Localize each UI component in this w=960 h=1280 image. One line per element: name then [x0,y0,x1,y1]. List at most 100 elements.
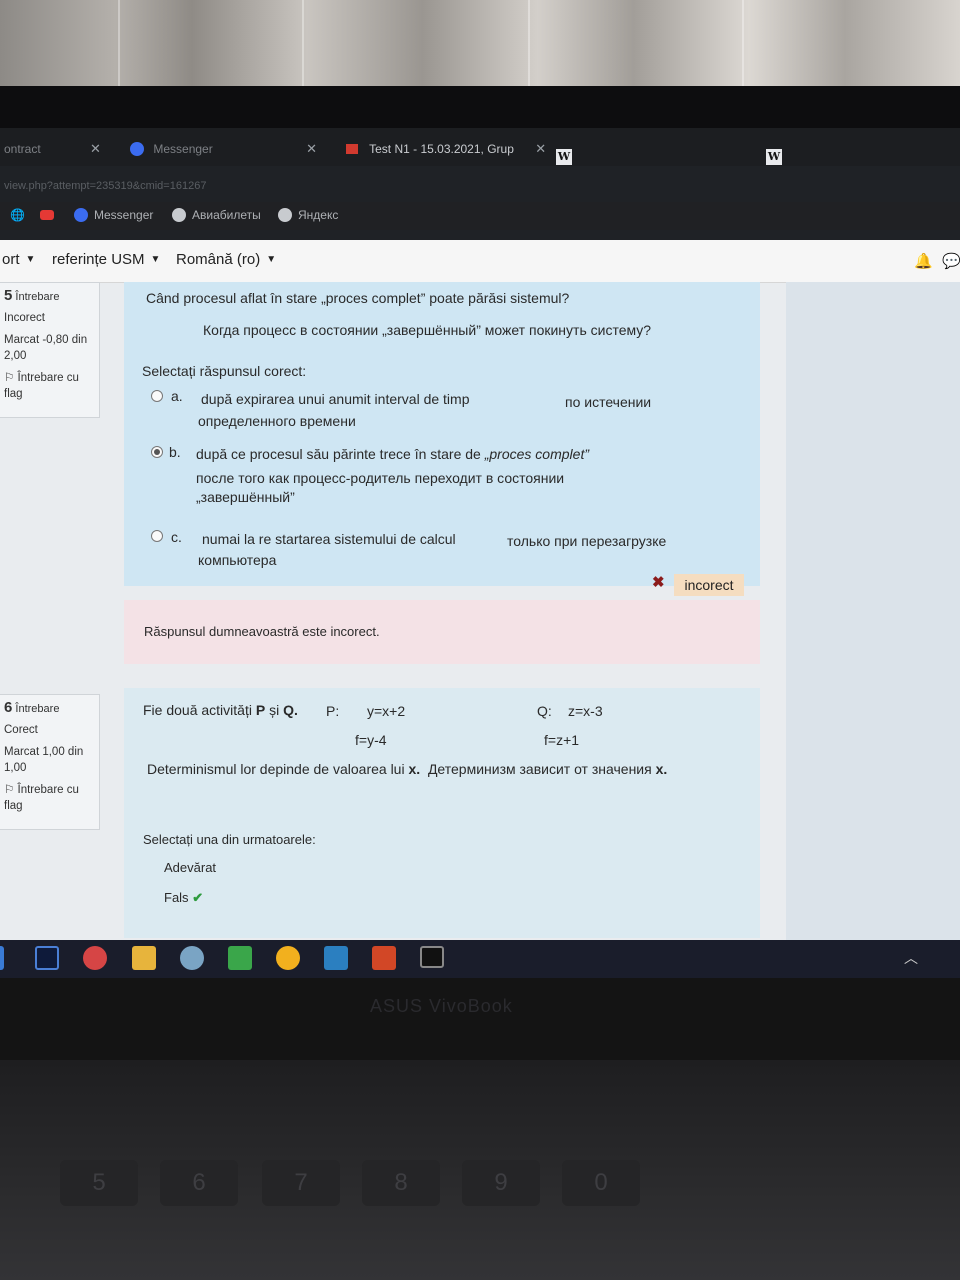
tab-test-n1[interactable]: Test N1 - 15.03.2021, Grup ✕ [346,136,546,162]
close-icon[interactable]: ✕ [306,141,317,156]
feedback-text: Răspunsul dumneavoastră este incorect. [144,624,380,639]
laptop-screen: ontract ✕ Messenger ✕ Test N1 - 15.03.20… [0,128,960,978]
app-icon[interactable] [324,946,348,970]
tab-label: Test N1 - 15.03.2021, Grup [369,142,514,156]
moodle-page: ort ▼ referințe USM ▼ Română (ro) ▼ 🔔 💬 5 Î… [0,240,960,964]
site-navbar: ort ▼ referințe USM ▼ Română (ro) ▼ 🔔 💬 [0,240,960,283]
option-letter: c. [171,529,182,545]
key: 9 [462,1160,540,1206]
flag-question-link[interactable]: ⚐ Întrebare cu flag [4,782,99,814]
tab-messenger[interactable]: Messenger ✕ [130,136,317,162]
tab-label: Messenger [153,142,213,156]
answer-prompt: Selectați una din urmatoarele: [143,832,316,847]
q-label: Q: [537,703,552,719]
incorrect-badge: incorect [674,574,744,596]
question-text-2: Determinismul lor depinde de valoarea lu… [147,761,668,777]
q-equation-1: z=x-3 [568,703,603,719]
p-equation-1: y=x+2 [367,703,406,719]
question-marks: Marcat -0,80 din 2,00 [4,334,88,362]
option-b-text-ru: после того как процесс-родитель переходи… [196,470,565,486]
chrome-icon[interactable] [276,946,300,970]
option-c-radio[interactable] [151,530,163,542]
question-status: Incorect [4,312,45,324]
p-label: P: [326,703,340,719]
question-status: Corect [4,724,38,736]
youtube-icon[interactable] [40,208,54,222]
bookmark-messenger[interactable]: Messenger [74,208,153,222]
bookmark-yandex[interactable]: Яндекс [278,208,338,222]
p-equation-2: f=y-4 [355,732,387,748]
option-a-text-ru: по истечении [565,394,652,410]
caret-down-icon: ▼ [25,254,36,265]
answer-prompt: Selectați răspunsul corect: [142,363,307,379]
flag-icon: ⚐ [4,784,18,796]
globe-icon [278,208,292,222]
option-b-text-ru-cont: „завершённый” [196,489,295,505]
question-number: 5 Întrebare [4,287,60,304]
right-panel [786,282,960,964]
question-box [124,688,760,938]
caret-down-icon: ▼ [150,254,161,265]
question-text-ro: Fie două activități P și Q. [143,702,298,718]
option-letter: a. [171,388,183,404]
question-text-ro: Când procesul aflat în stare „proces com… [146,290,570,306]
option-a-text-ru-cont: определенного времени [198,413,356,429]
messenger-icon [74,208,88,222]
browser-tab-bar: ontract ✕ Messenger ✕ Test N1 - 15.03.20… [0,128,960,166]
paint-icon[interactable] [180,946,204,970]
question-number: 6 Întrebare [4,699,60,716]
store-icon[interactable] [228,946,252,970]
laptop-bezel [0,86,960,132]
address-bar[interactable]: view.php?attempt=235319&cmid=161267 [0,176,960,196]
close-icon[interactable]: ✕ [535,141,546,156]
terminal-icon[interactable] [420,946,444,968]
globe-icon [172,208,186,222]
wikipedia-icon[interactable]: W [766,149,782,165]
option-c-text-ru-cont: компьютера [198,552,277,568]
bookmark-label: Messenger [94,208,154,222]
close-icon[interactable]: ✕ [90,141,101,156]
bookmark-label: Авиабилеты [192,208,261,222]
question-text-ru: Когда процесс в состоянии „завершённый” … [203,322,652,338]
messenger-icon [130,142,144,156]
nav-referinte[interactable]: referințe USM ▼ [52,251,160,268]
question-marks: Marcat 1,00 din 1,00 [4,746,84,774]
q-equation-2: f=z+1 [544,732,580,748]
flag-question-link[interactable]: ⚐ Întrebare cu flag [4,370,99,402]
option-b-radio[interactable] [151,446,163,458]
option-c-text-ru: только при перезагрузке [507,533,667,549]
question-info: 6 Întrebare Corect Marcat 1,00 din 1,00 … [0,694,100,830]
key: 7 [262,1160,340,1206]
jetbrains-icon[interactable] [35,946,59,970]
chevron-up-icon[interactable]: ︿ [904,948,918,968]
windows-start-icon[interactable] [0,946,4,970]
tab-contract[interactable]: ontract ✕ [4,136,101,162]
question-info: 5 Întrebare Incorect Marcat -0,80 din 2,… [0,282,100,418]
flag-icon: ⚐ [4,372,18,384]
correct-check-icon: ✔ [192,890,204,905]
bookmarks-bar: 🌐 Messenger Авиабилеты Яндекс [0,202,960,230]
option-true[interactable]: Adevărat [164,860,216,875]
key: 8 [362,1160,440,1206]
bell-icon[interactable]: 🔔 [914,252,933,270]
wikipedia-icon[interactable]: W [556,149,572,165]
powerpoint-icon[interactable] [372,946,396,970]
moodle-icon [346,144,358,154]
option-false[interactable]: Fals ✔ [164,890,203,906]
app-icon[interactable] [83,946,107,970]
caret-down-icon: ▼ [266,254,277,265]
bookmark-label: Яндекс [298,208,339,222]
option-c-text-ro: numai la re startarea sistemului de calc… [202,531,456,547]
nav-language[interactable]: Română (ro) ▼ [176,251,276,268]
key: 5 [60,1160,138,1206]
nav-support[interactable]: ort ▼ [2,251,35,268]
option-a-radio[interactable] [151,390,163,402]
file-explorer-icon[interactable] [132,946,156,970]
incorrect-icon: ✖ [652,574,665,591]
bookmark-aviabilety[interactable]: Авиабилеты [172,208,261,222]
option-b-text-ro: după ce procesul său părinte trece în st… [196,446,589,462]
key: 6 [160,1160,238,1206]
chat-icon[interactable]: 💬 [942,252,960,270]
globe-icon[interactable]: 🌐 [10,208,25,222]
tab-label: ontract [4,142,41,156]
